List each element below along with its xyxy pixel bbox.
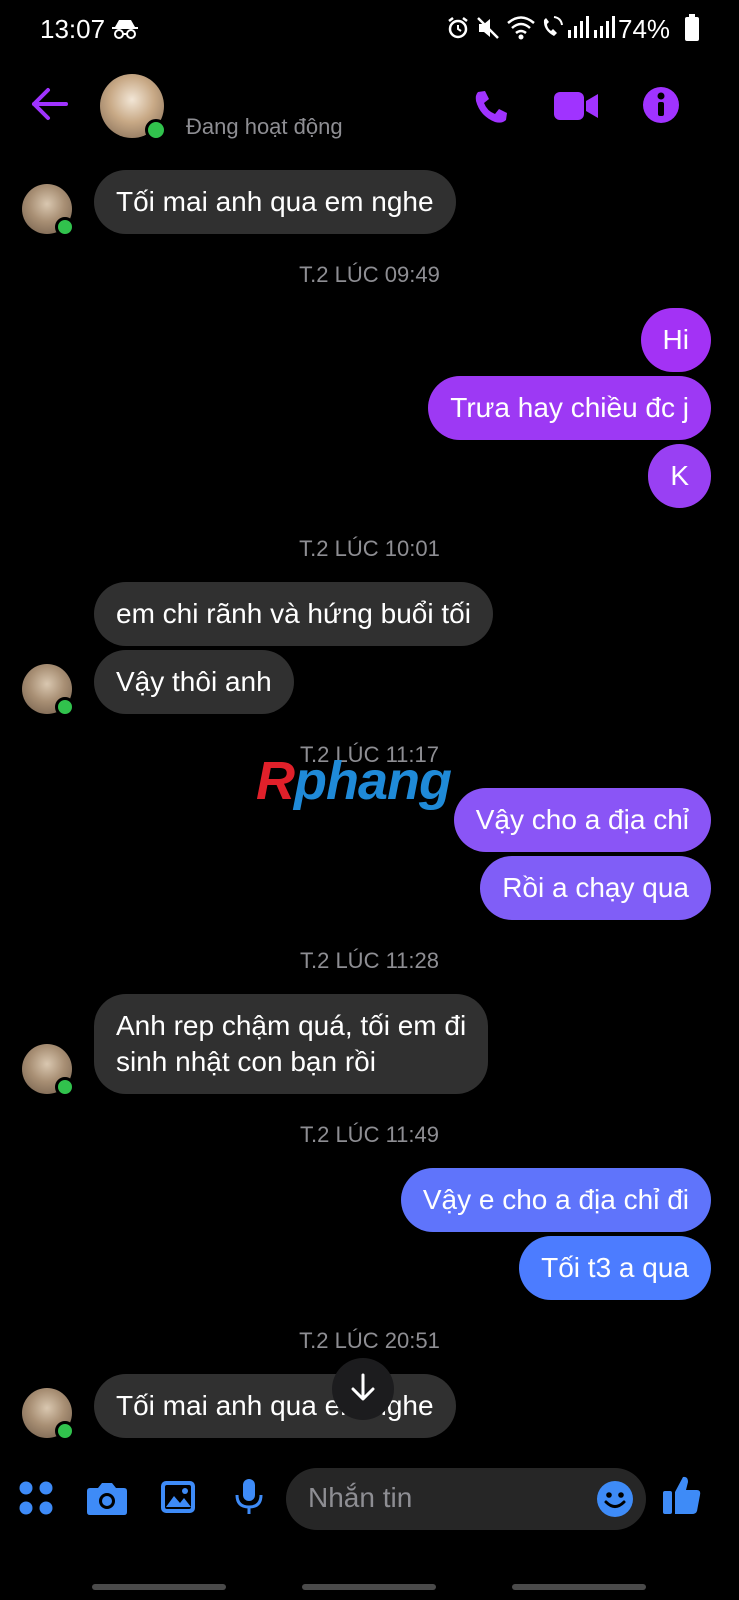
apps-grid-icon[interactable] — [18, 1480, 54, 1516]
received-message[interactable]: em chi rãnh và hứng buổi tối — [94, 582, 493, 646]
sender-avatar — [22, 184, 75, 237]
camera-icon[interactable] — [86, 1480, 128, 1516]
microphone-icon[interactable] — [234, 1478, 264, 1516]
mute-icon — [476, 16, 502, 40]
scroll-to-bottom-button[interactable] — [332, 1358, 394, 1420]
nav-bar-center — [302, 1584, 436, 1590]
sent-message[interactable]: K — [648, 444, 711, 508]
nav-bar-left — [92, 1584, 226, 1590]
thumbs-up-icon[interactable] — [662, 1474, 702, 1516]
message-input[interactable]: Nhắn tin — [286, 1468, 646, 1530]
sent-message[interactable]: Vậy cho a địa chỉ — [453, 788, 711, 852]
message-line: sinh nhật con bạn rồi — [116, 1046, 376, 1077]
signal-icon-2 — [592, 16, 616, 38]
back-arrow-icon[interactable] — [30, 86, 70, 122]
arrow-down-icon — [349, 1372, 377, 1407]
nav-bar-right — [512, 1584, 646, 1590]
online-indicator — [145, 119, 167, 141]
timestamp: T.2 LÚC 11:28 — [299, 948, 439, 973]
received-message[interactable]: Vậy thôi anh — [94, 650, 294, 714]
message-line: Anh rep chậm quá, tối em đi — [116, 1010, 467, 1041]
info-icon[interactable] — [642, 86, 680, 124]
message-input-placeholder: Nhắn tin — [308, 1482, 413, 1513]
contact-name-redacted — [190, 86, 360, 112]
emoji-icon[interactable] — [596, 1480, 634, 1518]
sent-message[interactable]: Rồi a chạy qua — [480, 856, 711, 920]
timestamp: T.2 LÚC 20:51 — [299, 1328, 440, 1353]
sender-avatar — [22, 1044, 75, 1097]
contact-status: Đang hoạt động — [186, 114, 343, 139]
contact-avatar[interactable] — [100, 74, 167, 141]
status-time: 13:07 — [40, 14, 106, 44]
sent-message[interactable]: Tối t3 a qua — [519, 1236, 711, 1300]
signal-icon — [566, 16, 590, 38]
received-message[interactable]: Anh rep chậm quá, tối em đi sinh nhật co… — [94, 994, 489, 1094]
battery-percent: 74% — [618, 14, 671, 44]
timestamp: T.2 LÚC 10:01 — [299, 536, 440, 561]
sent-message[interactable]: Trưa hay chiều đc j — [428, 376, 711, 440]
received-message[interactable]: Tối mai anh qua em nghe — [94, 170, 456, 234]
wifi-icon — [506, 14, 536, 40]
sent-message[interactable]: Vậy e cho a địa chỉ đi — [400, 1168, 711, 1232]
sender-avatar — [22, 1388, 75, 1441]
timestamp: T.2 LÚC 11:49 — [299, 1122, 439, 1147]
received-message[interactable]: Tối mai anh qua em nghe — [94, 1374, 456, 1438]
incognito-icon — [112, 18, 138, 40]
image-gallery-icon[interactable] — [160, 1480, 196, 1514]
phone-call-icon[interactable] — [472, 88, 510, 126]
timestamp: T.2 LÚC 09:49 — [299, 262, 440, 287]
alarm-icon — [446, 16, 470, 40]
battery-icon — [684, 14, 700, 42]
sent-message[interactable]: Hi — [640, 308, 711, 372]
wifi-call-icon — [540, 14, 564, 40]
video-call-icon[interactable] — [554, 90, 600, 122]
sender-avatar — [22, 664, 75, 717]
watermark-logo: Rphang — [256, 751, 452, 811]
